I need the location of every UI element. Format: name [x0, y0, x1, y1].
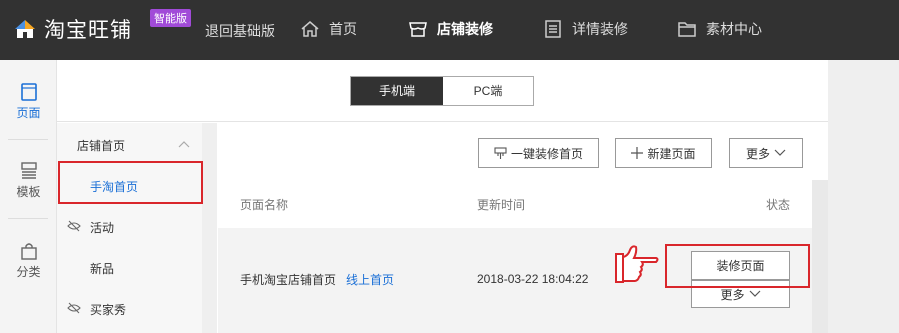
page-nav-scrollbar[interactable]	[202, 123, 217, 333]
paint-brush-icon	[494, 146, 507, 159]
eye-slash-icon	[67, 302, 81, 314]
left-sidebar: 页面 模板 分类	[0, 60, 57, 333]
one-click-decorate-label: 一键装修首页	[510, 146, 583, 161]
device-toggle: 手机端 PC端	[350, 76, 534, 106]
column-header-updated-time: 更新时间	[477, 198, 526, 212]
row-updated-time: 2018-03-22 18:04:22	[477, 272, 589, 286]
row-page-name: 手机淘宝店铺首页	[240, 273, 337, 287]
pc-tab[interactable]: PC端	[443, 77, 533, 105]
sidebar-item-page[interactable]: 页面	[0, 82, 57, 121]
page-nav-item-label: 买家秀	[90, 303, 127, 317]
nav-store-decoration-label: 店铺装修	[437, 21, 493, 37]
row-more-label: 更多	[720, 287, 745, 302]
page-nav-item-label: 活动	[90, 221, 115, 235]
new-page-button[interactable]: 新建页面	[615, 138, 712, 168]
eye-slash-icon	[67, 220, 81, 232]
sidebar-item-template[interactable]: 模板	[0, 161, 57, 200]
page-nav-item-label: 新品	[90, 262, 115, 276]
page-group-label: 店铺首页	[77, 139, 126, 153]
bag-icon	[20, 243, 37, 260]
nav-material-center-label: 素材中心	[706, 21, 762, 37]
chevron-down-icon	[749, 290, 760, 297]
template-icon	[20, 162, 37, 179]
back-to-basic-link[interactable]: 退回基础版	[205, 21, 275, 41]
sidebar-item-template-label: 模板	[16, 185, 41, 199]
highlight-box-mobile-home	[58, 161, 203, 204]
plus-icon	[631, 147, 644, 159]
folder-icon	[678, 22, 696, 37]
nav-detail-decoration-label: 详情装修	[572, 21, 628, 37]
chevron-up-icon	[178, 141, 190, 148]
sidebar-item-category[interactable]: 分类	[0, 241, 57, 280]
store-icon	[409, 22, 427, 37]
sidebar-divider	[8, 218, 48, 219]
more-button[interactable]: 更多	[729, 138, 803, 168]
mobile-tab[interactable]: 手机端	[351, 77, 443, 105]
new-page-label: 新建页面	[647, 146, 696, 161]
document-list-icon	[545, 20, 561, 38]
brand-logo[interactable]: 淘宝旺铺	[14, 14, 132, 44]
column-header-page-name: 页面名称	[240, 198, 289, 212]
nav-detail-decoration[interactable]: 详情装修	[543, 19, 628, 39]
sidebar-item-page-label: 页面	[16, 106, 41, 120]
page-nav-panel: 店铺首页 手淘首页 活动 新品 买家秀	[57, 123, 217, 333]
content-scrollbar[interactable]	[812, 180, 828, 333]
page-icon	[20, 83, 37, 101]
row-online-home-tag[interactable]: 线上首页	[346, 271, 394, 288]
nav-store-decoration[interactable]: 店铺装修	[408, 19, 493, 39]
nav-home-label: 首页	[329, 21, 357, 37]
edition-badge: 智能版	[150, 9, 191, 27]
pointing-hand-icon	[615, 245, 659, 283]
home-icon	[301, 21, 319, 37]
device-toggle-bar: 手机端 PC端	[57, 60, 828, 122]
right-gutter	[828, 60, 899, 333]
highlight-box-decorate-button	[665, 244, 810, 288]
brand-name: 淘宝旺铺	[44, 19, 132, 42]
brand-logo-icon	[14, 18, 36, 40]
nav-home[interactable]: 首页	[300, 19, 357, 39]
chevron-down-icon	[774, 149, 786, 156]
sidebar-item-category-label: 分类	[16, 265, 41, 279]
top-bar: 淘宝旺铺 智能版 退回基础版 首页 店铺装修 详情装修 素材中心	[0, 0, 899, 60]
one-click-decorate-button[interactable]: 一键装修首页	[478, 138, 599, 168]
column-header-status: 状态	[766, 198, 791, 212]
sidebar-divider	[8, 139, 48, 140]
more-label: 更多	[745, 146, 770, 161]
nav-material-center[interactable]: 素材中心	[677, 19, 762, 39]
